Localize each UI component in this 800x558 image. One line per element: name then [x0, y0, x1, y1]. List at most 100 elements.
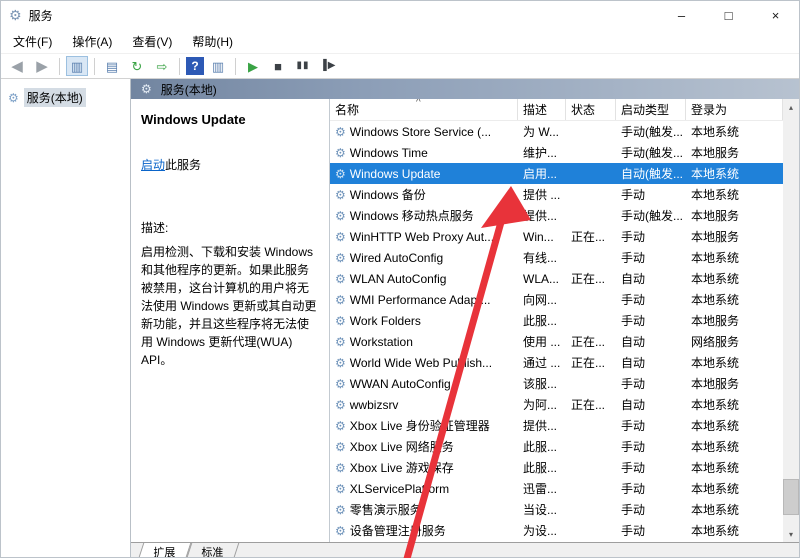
service-description-cell: Win... [523, 229, 554, 244]
gear-icon: ⚙ [141, 82, 152, 96]
table-row[interactable]: ⚙ XLServicePlatform 迅雷... 手动 本地系统 [330, 478, 783, 499]
table-row[interactable]: ⚙ WinHTTP Web Proxy Aut... Win... 正在... 手动 本地… [330, 226, 783, 247]
service-logon-cell: 本地服务 [691, 314, 740, 328]
gear-icon: ⚙ [8, 90, 19, 105]
table-row[interactable]: ⚙ Wired AutoConfig 有线... 手动 本地系统 [330, 247, 783, 268]
service-description-cell: 向网... [523, 293, 558, 307]
toolbar-separator [235, 57, 236, 75]
view-tab-label: 扩展 [153, 547, 176, 557]
service-description-pane: Windows Update 启动此服务 描述: 启用检测、下载和安装 Wind… [131, 99, 329, 542]
column-header-startup-type[interactable]: 启动类型 [616, 99, 686, 120]
services-window: ⚙ 服务 – □ × 文件(F) 操作(A) 查看(V) 帮助(H) ◀ ▶ ▥ ▤ ↻… [0, 0, 800, 558]
pane-header: ⚙ 服务(本地) [131, 79, 799, 99]
menu-view[interactable]: 查看(V) [122, 29, 182, 54]
window-title: 服务 [28, 8, 53, 23]
stop-service-icon[interactable]: ■ [267, 56, 289, 76]
scroll-up-icon[interactable]: ▴ [783, 99, 799, 115]
properties-icon[interactable]: ▤ [101, 56, 123, 76]
column-header-name[interactable]: 名称 ^ [330, 99, 518, 120]
service-name-cell: ⚙ Wired AutoConfig [330, 251, 518, 265]
service-name-cell: ⚙ 零售演示服务 [330, 501, 518, 518]
service-name-cell: ⚙ Windows Time [330, 146, 518, 160]
vertical-scrollbar[interactable]: ▴ ▾ [783, 99, 799, 542]
table-row[interactable]: ⚙ Xbox Live 身份验证管理器 提供... 手动 本地系统 [330, 415, 783, 436]
close-button[interactable]: × [752, 1, 799, 29]
help-icon[interactable]: ? [186, 57, 204, 75]
table-row[interactable]: ⚙ World Wide Web Publish... 通过 ... 正在... 自动 本… [330, 352, 783, 373]
service-description-cell: 此服... [523, 314, 558, 328]
table-row[interactable]: ⚙ Windows Store Service (... 为 W... 手动(触发..… [330, 121, 783, 142]
service-gear-icon: ⚙ [335, 145, 346, 160]
table-row[interactable]: ⚙ WWAN AutoConfig 该服... 手动 本地服务 [330, 373, 783, 394]
scrollbar-thumb[interactable] [783, 479, 799, 515]
table-row[interactable]: ⚙ Xbox Live 游戏保存 此服... 手动 本地系统 [330, 457, 783, 478]
maximize-button[interactable]: □ [705, 1, 752, 29]
show-console-tree-icon[interactable]: ▥ [66, 56, 88, 76]
service-name-cell: ⚙ Windows Update [330, 167, 518, 181]
service-logon-cell: 本地系统 [691, 188, 740, 202]
service-status-cell: 正在... [571, 272, 606, 286]
menu-action[interactable]: 操作(A) [62, 29, 122, 54]
back-icon[interactable]: ◀ [6, 56, 28, 76]
start-service-link[interactable]: 启动 [141, 158, 165, 172]
view-tab-label: 标准 [201, 547, 224, 557]
service-gear-icon: ⚙ [335, 376, 346, 391]
tree-item-services-local[interactable]: ⚙ 服务(本地) [8, 88, 130, 107]
view-tab-extended[interactable]: 扩展 [138, 543, 192, 557]
app-gear-icon: ⚙ [9, 7, 22, 23]
table-row[interactable]: ⚙ Windows Time 维护... 手动(触发... 本地服务 [330, 142, 783, 163]
service-startup-type-cell: 自动 [621, 272, 646, 286]
table-row[interactable]: ⚙ 零售演示服务 当设... 手动 本地系统 [330, 499, 783, 520]
table-row[interactable]: ⚙ 设备管理注册服务 为设... 手动 本地系统 [330, 520, 783, 541]
service-logon-cell: 本地服务 [691, 146, 740, 160]
column-header-logon-as[interactable]: 登录为 [686, 99, 783, 120]
service-startup-type-cell: 手动 [621, 377, 646, 391]
table-row[interactable]: ⚙ Xbox Live 网络服务 此服... 手动 本地系统 [330, 436, 783, 457]
table-row[interactable]: ⚙ WLAN AutoConfig WLA... 正在... 自动 本地系统 [330, 268, 783, 289]
sort-ascending-icon: ^ [416, 99, 421, 108]
table-row[interactable]: ⚙ Windows Update 启用... 自动(触发... 本地系统 [330, 163, 783, 184]
service-startup-type-cell: 手动 [621, 230, 646, 244]
refresh-icon[interactable]: ↻ [126, 56, 148, 76]
table-row[interactable]: ⚙ Workstation 使用 ... 正在... 自动 网络服务 [330, 331, 783, 352]
service-list-pane: 名称 ^ 描述 状态 启动类型 登录为 ⚙ Windows Store Servi… [329, 99, 799, 542]
service-name: WWAN AutoConfig [349, 376, 451, 391]
service-name: 设备管理注册服务 [349, 524, 446, 538]
table-row[interactable]: ⚙ Work Folders 此服... 手动 本地服务 [330, 310, 783, 331]
service-name: Windows Update [349, 166, 441, 181]
service-gear-icon: ⚙ [335, 313, 346, 328]
restart-service-icon[interactable]: ▐▶ [317, 56, 339, 76]
table-row[interactable]: ⚙ WMI Performance Adapt... 向网... 手动 本地系统 [330, 289, 783, 310]
service-gear-icon: ⚙ [335, 418, 346, 433]
view-tab-standard[interactable]: 标准 [186, 543, 240, 557]
service-startup-type-cell: 手动 [621, 293, 646, 307]
service-name-cell: ⚙ Windows 移动热点服务 [330, 207, 518, 224]
scroll-down-icon[interactable]: ▾ [783, 526, 799, 542]
service-name: WinHTTP Web Proxy Aut... [349, 229, 495, 244]
forward-icon[interactable]: ▶ [31, 56, 53, 76]
show-action-pane-icon[interactable]: ▥ [207, 56, 229, 76]
pause-service-icon[interactable]: ▮▮ [292, 56, 314, 76]
table-row[interactable]: ⚙ Windows 移动热点服务 提供... 手动(触发... 本地服务 [330, 205, 783, 226]
service-description-cell: 提供 ... [523, 188, 561, 202]
service-description-cell: 维护... [523, 146, 558, 160]
extended-view: Windows Update 启动此服务 描述: 启用检测、下载和安装 Wind… [131, 99, 799, 542]
column-header-status[interactable]: 状态 [566, 99, 616, 120]
table-row[interactable]: ⚙ wwbizsrv 为阿... 正在... 自动 本地系统 [330, 394, 783, 415]
service-name-cell: ⚙ Windows 备份 [330, 186, 518, 203]
service-gear-icon: ⚙ [335, 460, 346, 475]
menu-help[interactable]: 帮助(H) [182, 29, 243, 54]
table-row[interactable]: ⚙ Windows 备份 提供 ... 手动 本地系统 [330, 184, 783, 205]
service-logon-cell: 本地系统 [691, 293, 740, 307]
start-service-icon[interactable]: ▶ [242, 56, 264, 76]
column-header-description[interactable]: 描述 [518, 99, 566, 120]
service-logon-cell: 本地服务 [691, 209, 740, 223]
menu-file[interactable]: 文件(F) [3, 29, 62, 54]
export-list-icon[interactable]: ⇨ [151, 56, 173, 76]
service-description-cell: 此服... [523, 440, 558, 454]
minimize-button[interactable]: – [658, 1, 705, 29]
service-name: Windows 移动热点服务 [349, 209, 474, 223]
service-name: Workstation [349, 334, 413, 349]
table-header-row: 名称 ^ 描述 状态 启动类型 登录为 [330, 99, 783, 121]
service-startup-type-cell: 手动 [621, 461, 646, 475]
